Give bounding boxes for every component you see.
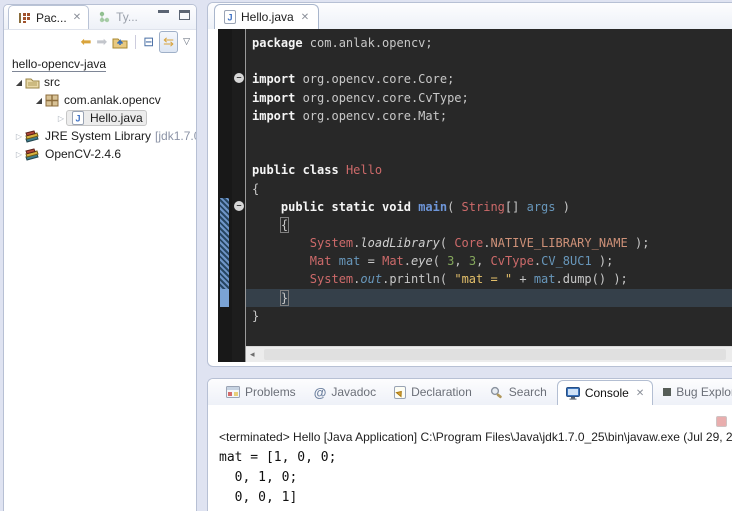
console-title: <terminated> Hello [Java Application] C:…: [208, 405, 732, 444]
editor-tab-label: Hello.java: [241, 10, 294, 24]
code-line[interactable]: }: [246, 289, 732, 307]
tree-item-package[interactable]: ◢ com.anlak.opencv: [4, 91, 196, 109]
project-label: hello-opencv-java: [12, 57, 106, 72]
code-line[interactable]: import org.opencv.core.Core;: [252, 70, 732, 88]
tab-search[interactable]: Search: [482, 380, 555, 405]
selected-file-highlight: J Hello.java: [66, 110, 147, 126]
project-tree: hello-opencv-java ◢ src ◢ com.anlak.open…: [4, 53, 196, 163]
toolbar-separator: [135, 35, 136, 49]
method-range-indicator: [220, 198, 229, 289]
tree-item-project[interactable]: hello-opencv-java: [4, 55, 196, 73]
tree-item-jre-library[interactable]: ▷ JRE System Library [jdk1.7.0: [4, 127, 196, 145]
code-line[interactable]: Mat mat = Mat.eye( 3, 3, CvType.CV_8UC1 …: [252, 252, 732, 270]
code-line[interactable]: public class Hello: [252, 161, 732, 179]
search-icon: [490, 386, 504, 399]
console-icon: [566, 387, 580, 400]
code-line[interactable]: public static void main( String[] args ): [252, 198, 732, 216]
code-line[interactable]: [252, 143, 732, 161]
bug-explorer-icon: [663, 388, 671, 396]
expanded-arrow-icon[interactable]: ◢: [34, 96, 44, 105]
collapsed-arrow-icon[interactable]: ▷: [14, 132, 24, 141]
editor-tabbar: J Hello.java ✕: [208, 3, 732, 29]
code-area[interactable]: package com.anlak.opencv; import org.ope…: [246, 29, 732, 346]
code-line[interactable]: package com.anlak.opencv;: [252, 34, 732, 52]
tab-type-hierarchy[interactable]: Ty...: [89, 5, 145, 29]
package-icon: [44, 94, 60, 107]
console-output-line: mat = [1, 0, 0;: [219, 448, 732, 468]
tree-item-opencv-library[interactable]: ▷ OpenCV-2.4.6: [4, 145, 196, 163]
tab-problems[interactable]: Problems: [218, 380, 304, 405]
code-column: package com.anlak.opencv; import org.ope…: [246, 29, 732, 362]
terminate-icon[interactable]: [716, 416, 727, 427]
scrollbar-thumb[interactable]: [264, 349, 726, 360]
tab-package-explorer[interactable]: Pac... ✕: [8, 5, 89, 29]
collapsed-arrow-icon[interactable]: ▷: [14, 150, 24, 159]
editor-content: – – package com.anlak.opencv; import org…: [208, 29, 732, 362]
code-line[interactable]: {: [252, 180, 732, 198]
svg-text:J: J: [75, 114, 80, 124]
maximize-icon[interactable]: [179, 10, 190, 20]
go-up-icon[interactable]: [112, 35, 128, 49]
code-line[interactable]: import org.opencv.core.CvType;: [252, 89, 732, 107]
minimize-icon[interactable]: [158, 10, 169, 19]
close-icon[interactable]: ✕: [636, 388, 644, 399]
close-icon[interactable]: ✕: [301, 12, 309, 23]
tab-label: Ty...: [116, 10, 138, 24]
package-explorer-view: Pac... ✕ Ty... ⬅ ➡ ⊟ ⇆ ▽ hello-opencv-ja…: [3, 4, 197, 511]
declaration-icon: [394, 386, 406, 399]
collapse-all-icon[interactable]: ⊟: [143, 35, 154, 48]
fold-collapse-icon[interactable]: –: [234, 201, 244, 211]
editor-tab-hello-java[interactable]: J Hello.java ✕: [214, 4, 319, 29]
library-icon: [24, 130, 41, 143]
library-icon: [24, 148, 41, 161]
fold-collapse-icon[interactable]: –: [234, 73, 244, 83]
folding-ruler[interactable]: – –: [232, 29, 246, 362]
back-icon[interactable]: ⬅: [80, 35, 91, 48]
tab-bug-explorer[interactable]: Bug Explorer: [655, 380, 732, 405]
svg-text:J: J: [227, 13, 232, 23]
javadoc-icon: @: [314, 385, 327, 400]
tab-javadoc[interactable]: @ Javadoc: [306, 380, 384, 405]
view-tabbar: Pac... ✕ Ty...: [4, 5, 196, 30]
expanded-arrow-icon[interactable]: ◢: [14, 78, 24, 87]
console-body: <terminated> Hello [Java Application] C:…: [208, 405, 732, 511]
java-file-icon: J: [70, 111, 86, 125]
tab-label: Pac...: [36, 11, 67, 25]
bottom-tabbar: Problems @ Javadoc Declaration Search Co…: [208, 379, 732, 405]
view-menu-icon[interactable]: ▽: [183, 37, 190, 46]
collapsed-arrow-icon[interactable]: ▷: [56, 114, 66, 123]
editor-area: J Hello.java ✕ – – package com.anlak.ope…: [207, 2, 732, 367]
code-line[interactable]: {: [252, 216, 732, 234]
code-line[interactable]: }: [252, 307, 732, 325]
forward-icon[interactable]: ➡: [96, 35, 107, 48]
code-line[interactable]: System.out.println( "mat = " + mat.dump(…: [252, 270, 732, 288]
console-view: Problems @ Javadoc Declaration Search Co…: [207, 378, 732, 511]
console-output[interactable]: mat = [1, 0, 0; 0, 1, 0; 0, 0, 1]: [208, 444, 732, 508]
code-line[interactable]: [252, 125, 732, 143]
code-line[interactable]: System.loadLibrary( Core.NATIVE_LIBRARY_…: [252, 234, 732, 252]
java-file-icon: J: [224, 10, 236, 24]
problems-icon: [226, 386, 240, 398]
code-line[interactable]: [252, 52, 732, 70]
console-output-line: 0, 0, 1]: [219, 488, 732, 508]
scroll-left-icon[interactable]: ◂: [246, 349, 259, 360]
console-output-line: 0, 1, 0;: [219, 468, 732, 488]
code-line[interactable]: import org.opencv.core.Mat;: [252, 107, 732, 125]
link-with-editor-icon[interactable]: ⇆: [159, 31, 178, 53]
jre-version-decoration: [jdk1.7.0: [155, 129, 196, 143]
package-explorer-icon: [16, 12, 32, 24]
tab-declaration[interactable]: Declaration: [386, 380, 480, 405]
close-icon[interactable]: ✕: [73, 12, 81, 23]
annotation-ruler[interactable]: [218, 29, 232, 362]
type-hierarchy-icon: [96, 11, 112, 23]
source-folder-icon: [24, 76, 40, 89]
view-toolbar: ⬅ ➡ ⊟ ⇆ ▽: [4, 30, 196, 53]
tab-console[interactable]: Console ✕: [557, 380, 653, 405]
tree-item-src[interactable]: ◢ src: [4, 73, 196, 91]
tree-item-hello-java[interactable]: ▷ J Hello.java: [4, 109, 196, 127]
cursor-line-indicator: [220, 289, 229, 307]
horizontal-scrollbar[interactable]: ◂: [246, 346, 732, 362]
